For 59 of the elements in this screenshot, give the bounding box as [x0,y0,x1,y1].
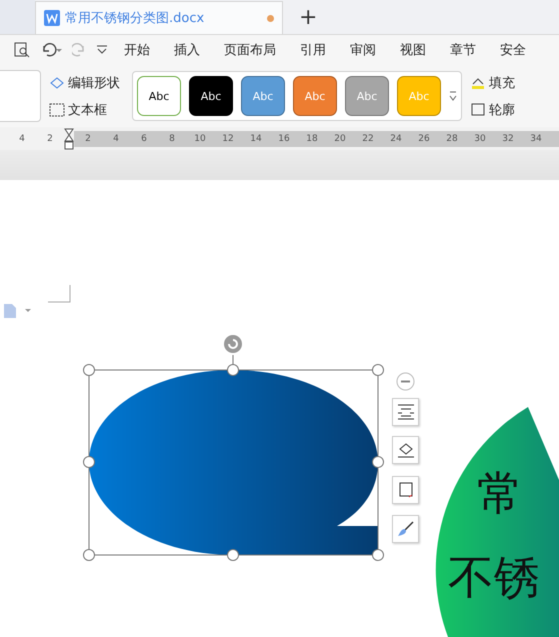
menu-tab[interactable]: 视图 [400,41,426,59]
new-tab-button[interactable]: + [299,5,318,30]
ruler-number: 4 [18,134,26,144]
text-box-icon [49,102,65,116]
ruler-number: 4 [112,134,120,144]
ruler-number: 34 [529,134,543,144]
text-wrap-button[interactable] [392,398,419,426]
text-wrap-icon [396,404,414,420]
tab-title: 常用不锈钢分类图.docx [65,10,206,27]
ruler-number: 32 [501,134,515,144]
shape-style-button[interactable]: Abc [137,76,181,116]
brush-icon[interactable] [392,515,419,543]
paint-bucket-icon [396,442,414,458]
outline-button[interactable]: 轮廓 [470,100,515,118]
document-icon [44,10,60,26]
ruler-number: 20 [333,134,347,144]
menu-tab[interactable]: 开始 [124,41,150,59]
indent-marker[interactable] [64,128,74,150]
ruler-number: 8 [168,134,176,144]
ruler-number: 10 [193,134,207,144]
fill-button[interactable] [392,436,419,464]
paint-bucket-icon [470,76,486,90]
menu-tab[interactable]: 引用 [300,41,326,59]
menu-tab[interactable]: 安全 [500,41,526,59]
ruler-number: 22 [361,134,375,144]
outline-button[interactable] [392,476,419,504]
menu-tab[interactable]: 插入 [174,41,200,59]
heading-text: 常 [477,465,523,522]
ruler-number: 14 [249,134,263,144]
ruler-number: 24 [389,134,403,144]
collapse-icon[interactable] [396,372,415,391]
undo-icon[interactable] [40,43,62,57]
menu-tab[interactable]: 审阅 [350,41,376,59]
ruler-number: 26 [417,134,431,144]
fill-button[interactable]: 填充 [470,74,515,92]
callout-shape[interactable] [83,333,385,563]
outline-icon [396,482,414,498]
dropdown-icon[interactable] [96,45,108,55]
ruler-number: 2 [84,134,92,144]
heading-text: 不锈 [448,549,540,606]
menu-tab[interactable]: 页面布局 [224,41,276,59]
ruler-number: 28 [445,134,459,144]
text-box-button[interactable]: 文本框 [49,100,120,118]
ruler-number: 2 [46,134,54,144]
edit-shape-icon [49,76,65,90]
document-tab[interactable]: 常用不锈钢分类图.docx [35,1,283,34]
ruler-number: 16 [277,134,291,144]
ruler-number: 6 [140,134,148,144]
redo-icon [72,43,86,57]
outline-icon [470,102,486,116]
ruler-number: 30 [473,134,487,144]
menu-tab[interactable]: 章节 [450,41,476,59]
edit-shape-button[interactable]: 编辑形状 [49,74,120,92]
preview-icon[interactable] [14,42,30,58]
more-icon[interactable] [449,90,457,102]
shape-style-button[interactable]: Abc [189,76,233,116]
ruler-number: 18 [305,134,319,144]
ruler-number: 12 [221,134,235,144]
page-corner-mark [48,285,71,303]
